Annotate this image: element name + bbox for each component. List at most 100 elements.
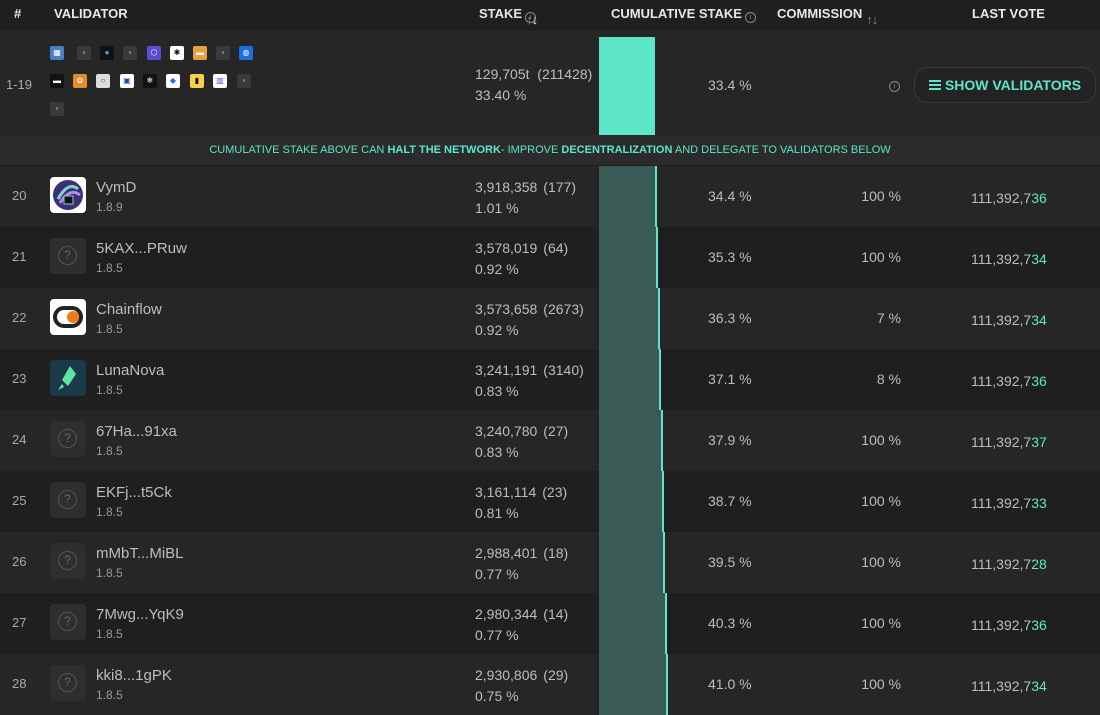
- validator-logo-icon[interactable]: ▥: [213, 74, 227, 88]
- table-row[interactable]: 21? 5KAX...PRuw 1.8.5 3,578,019 (64) 0.92 % 35…: [0, 227, 1100, 288]
- validator-logo-icon[interactable]: ◍: [239, 46, 253, 60]
- commission-value: 100 %: [861, 432, 901, 448]
- validator-name[interactable]: kki8...1gPK: [96, 667, 172, 684]
- last-vote-slot: 111,392,737: [971, 434, 1047, 450]
- table-row[interactable]: 24? 67Ha...91xa 1.8.5 3,240,780 (27) 0.83 % 37…: [0, 410, 1100, 471]
- sort-arrows-icon[interactable]: ↑↓: [866, 12, 878, 27]
- validator-logo-icon[interactable]: ●: [100, 46, 114, 60]
- group-stake-percent: 33.40 %: [475, 87, 527, 103]
- validator-logo-icon[interactable]: ◆: [166, 74, 180, 88]
- validator-version: 1.8.5: [96, 261, 123, 275]
- last-vote-slot: 111,392,736: [971, 373, 1047, 389]
- unknown-validator-icon: ?: [50, 421, 86, 457]
- validator-logo-icon[interactable]: ◦: [77, 46, 91, 60]
- validator-name[interactable]: Chainflow: [96, 301, 162, 318]
- validator-version: 1.8.9: [96, 200, 123, 214]
- commission-value: 100 %: [861, 249, 901, 265]
- cumulative-stake-percent: 37.9 %: [708, 432, 752, 448]
- validator-stake-percent: 0.92 %: [475, 322, 519, 338]
- validator-logo-icon[interactable]: ◦: [237, 74, 251, 88]
- table-row[interactable]: 28? kki8...1gPK 1.8.5 2,930,806 (29) 0.75 % 41…: [0, 654, 1100, 715]
- table-header: # VALIDATOR STAKE i ↑↓ CUMULATIVE STAKE i C…: [0, 0, 1100, 30]
- validator-logo-icon[interactable]: ○: [96, 74, 110, 88]
- validator-logo-icon[interactable]: ◦: [123, 46, 137, 60]
- show-validators-button[interactable]: SHOW VALIDATORS: [914, 67, 1096, 103]
- validator-stake: 2,988,401 (18): [475, 545, 569, 561]
- table-row[interactable]: 22 Chainflow 1.8.5 3,573,658 (2673) 0.92 % 36.…: [0, 288, 1100, 349]
- validator-stake: 2,930,806 (29): [475, 667, 569, 683]
- cumulative-stake-percent: 38.7 %: [708, 493, 752, 509]
- validator-logo-icon[interactable]: ❄: [143, 74, 157, 88]
- last-vote-slot: 111,392,734: [971, 312, 1047, 328]
- validator-stake-percent: 0.83 %: [475, 444, 519, 460]
- cumulative-stake-percent: 34.4 %: [708, 188, 752, 204]
- validator-version: 1.8.5: [96, 505, 123, 519]
- validator-stake-percent: 0.75 %: [475, 688, 519, 704]
- cumulative-stake-percent: 36.3 %: [708, 310, 752, 326]
- table-row[interactable]: 20 VymD 1.8.9 3,918,358 (177) 1.01 % 34.4 % 100…: [0, 166, 1100, 227]
- validator-rank: 26: [12, 554, 27, 569]
- cumulative-stake-bar: [599, 166, 657, 227]
- cumulative-stake-bar: [599, 227, 658, 288]
- validator-name[interactable]: LunaNova: [96, 362, 164, 379]
- vymd-logo-icon: [50, 177, 86, 213]
- validator-logo-icon[interactable]: ▬: [193, 46, 207, 60]
- validator-logo-icon[interactable]: ◦: [216, 46, 230, 60]
- cumulative-stake-bar: [599, 410, 663, 471]
- last-vote-slot: 111,392,734: [971, 678, 1047, 694]
- last-vote-slot: 111,392,734: [971, 251, 1047, 267]
- validator-name[interactable]: 7Mwg...YqK9: [96, 606, 184, 623]
- validator-stake-percent: 0.77 %: [475, 566, 519, 582]
- validator-rank: 22: [12, 310, 27, 325]
- validator-logo-icon[interactable]: ▦: [50, 46, 64, 60]
- last-vote-slot: 111,392,736: [971, 190, 1047, 206]
- group-cumulative-bar: [599, 37, 655, 135]
- validator-logo-icon[interactable]: ▣: [120, 74, 134, 88]
- sort-arrows-icon[interactable]: ↑↓: [526, 12, 538, 27]
- cumulative-stake-bar: [599, 593, 667, 654]
- validator-logo-icon[interactable]: ◦: [50, 102, 64, 116]
- header-validator[interactable]: VALIDATOR: [54, 6, 128, 21]
- header-rank: #: [14, 6, 22, 21]
- table-row[interactable]: 23 LunaNova 1.8.5 3,241,191 (3140) 0.83 % 37.1…: [0, 349, 1100, 410]
- chainflow-logo-icon: [50, 299, 86, 335]
- header-stake[interactable]: STAKE i ↑↓: [479, 6, 538, 27]
- header-last-vote[interactable]: LAST VOTE: [972, 6, 1045, 21]
- validator-stake-percent: 1.01 %: [475, 200, 519, 216]
- commission-value: 100 %: [861, 554, 901, 570]
- validator-name[interactable]: 67Ha...91xa: [96, 423, 177, 440]
- validator-logo-icon[interactable]: ▬: [50, 74, 64, 88]
- validator-stake-percent: 0.81 %: [475, 505, 519, 521]
- validator-stake: 3,241,191 (3140): [475, 362, 584, 378]
- validator-stake: 3,918,358 (177): [475, 179, 576, 195]
- validator-rank: 28: [12, 676, 27, 691]
- validator-name[interactable]: EKFj...t5Ck: [96, 484, 172, 501]
- validator-stake: 3,240,780 (27): [475, 423, 569, 439]
- validator-logo-icon[interactable]: ▮: [190, 74, 204, 88]
- unknown-validator-icon: ?: [50, 482, 86, 518]
- last-vote-slot: 111,392,733: [971, 495, 1047, 511]
- table-row[interactable]: 25? EKFj...t5Ck 1.8.5 3,161,114 (23) 0.81 % 38…: [0, 471, 1100, 532]
- validator-stake: 3,573,658 (2673): [475, 301, 584, 317]
- header-cumulative-stake[interactable]: CUMULATIVE STAKE i: [611, 6, 756, 23]
- header-commission[interactable]: COMMISSION ↑↓: [777, 6, 878, 27]
- info-icon[interactable]: i: [744, 12, 756, 23]
- validator-name[interactable]: VymD: [96, 179, 136, 196]
- validator-name[interactable]: mMbT...MiBL: [96, 545, 184, 562]
- list-icon: [928, 78, 941, 92]
- validator-version: 1.8.5: [96, 383, 123, 397]
- cumulative-stake-bar: [599, 349, 661, 410]
- table-row[interactable]: 26? mMbT...MiBL 1.8.5 2,988,401 (18) 0.77 % 39…: [0, 532, 1100, 593]
- cumulative-stake-bar: [599, 654, 668, 715]
- validator-logo-icon[interactable]: ⬡: [147, 46, 161, 60]
- validator-version: 1.8.5: [96, 688, 123, 702]
- unknown-validator-icon: ?: [50, 543, 86, 579]
- info-icon[interactable]: i: [889, 81, 900, 92]
- validator-name[interactable]: 5KAX...PRuw: [96, 240, 187, 257]
- cumulative-stake-bar: [599, 471, 664, 532]
- validator-logo-icon[interactable]: ✱: [170, 46, 184, 60]
- group-cumulative-percent: 33.4 %: [708, 77, 752, 93]
- validator-version: 1.8.5: [96, 566, 123, 580]
- validator-logo-icon[interactable]: ✿: [73, 74, 87, 88]
- table-row[interactable]: 27? 7Mwg...YqK9 1.8.5 2,980,344 (14) 0.77 % 40…: [0, 593, 1100, 654]
